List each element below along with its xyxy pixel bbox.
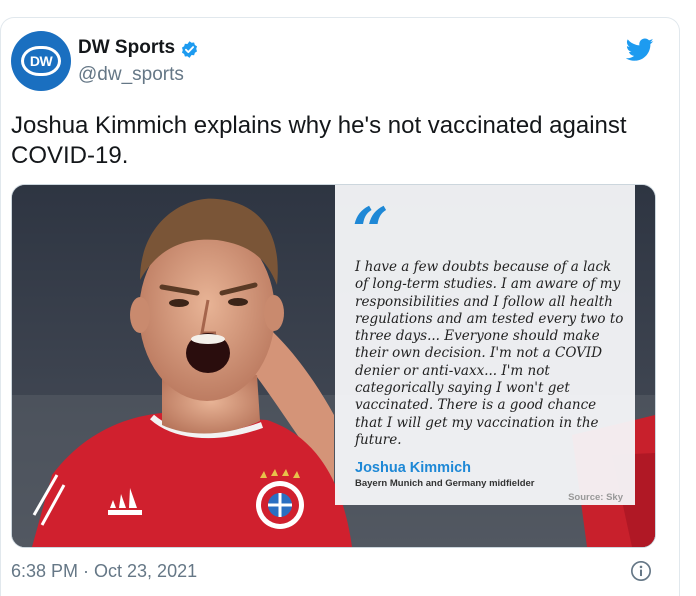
author-handle[interactable]: @dw_sports [78,64,184,86]
author-display-name[interactable]: DW Sports [78,37,175,59]
tweet-text: Joshua Kimmich explains why he's not vac… [11,112,627,169]
info-icon[interactable] [630,560,652,582]
tweet-timestamp[interactable]: 6:38 PM · Oct 23, 2021 [11,561,197,582]
avatar[interactable]: DW [11,31,71,91]
quote-author-role: Bayern Munich and Germany midfielder [355,478,535,489]
quote-source: Source: Sky [568,492,623,503]
quote-mark: “ [352,194,389,269]
dw-logo: DW [21,46,61,76]
quote-card: “ I have a few doubts because of a lack … [335,185,635,505]
verified-badge-icon [181,41,198,58]
quote-text: I have a few doubts because of a lack of… [355,259,624,448]
twitter-bird-icon[interactable] [626,38,654,62]
tweet-media[interactable]: “ I have a few doubts because of a lack … [11,184,656,548]
quote-author: Joshua Kimmich [355,460,472,476]
